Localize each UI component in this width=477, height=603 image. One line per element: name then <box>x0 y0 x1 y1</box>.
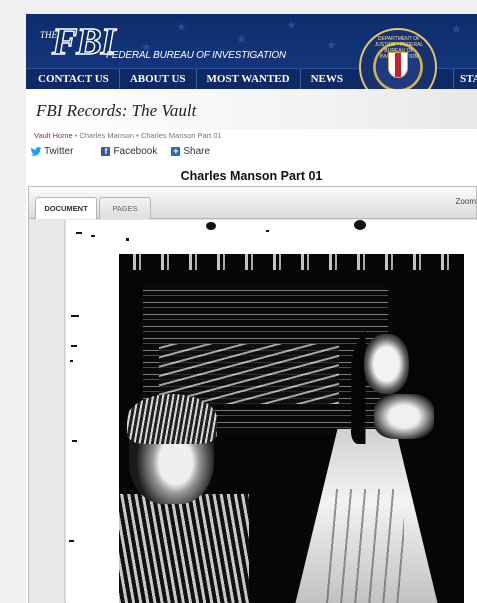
logo-subtitle: FEDERAL BUREAU OF INVESTIGATION <box>106 50 286 61</box>
document-viewer: DOCUMENT PAGES Zoom <box>28 186 477 603</box>
facebook-icon: f <box>101 147 111 156</box>
scan-mark <box>126 238 129 241</box>
facebook-label: Facebook <box>113 146 158 157</box>
share-label: Share <box>183 146 211 157</box>
breadcrumb: Vault Home • Charles Manson • Charles Ma… <box>34 131 222 140</box>
photo-figure-right-face <box>364 334 409 394</box>
scan-mark <box>266 230 269 232</box>
star-icon: ★ <box>286 18 297 32</box>
seal-shield-icon <box>388 52 408 78</box>
nav-stats[interactable]: STATS <box>454 69 477 89</box>
twitter-icon <box>30 147 42 156</box>
twitter-share-button[interactable]: Twitter <box>30 146 73 157</box>
nav-most-wanted[interactable]: MOST WANTED <box>197 69 301 89</box>
twitter-label: Twitter <box>44 146 74 157</box>
facebook-share-button[interactable]: f Facebook <box>101 146 157 157</box>
scan-mark <box>70 360 73 362</box>
page-title: FBI Records: The Vault <box>36 101 197 120</box>
share-button[interactable]: + Share <box>171 146 210 157</box>
viewer-toolbar: DOCUMENT PAGES Zoom <box>29 187 476 219</box>
plus-icon: + <box>171 146 181 156</box>
vault-page: ★ ★ ★ ★ ★ ★ THE FBI FEDERAL BUREAU OF IN… <box>26 14 477 603</box>
document-title: Charles Manson Part 01 <box>180 169 323 183</box>
star-icon: ★ <box>176 20 187 34</box>
share-bar: Twitter f Facebook + Share <box>30 146 224 157</box>
star-icon: ★ <box>451 22 462 36</box>
breadcrumb-separator: • <box>134 131 141 140</box>
breadcrumb-charles-manson[interactable]: Charles Manson <box>79 131 134 140</box>
breadcrumb-home[interactable]: Vault Home <box>34 131 73 140</box>
scan-mark <box>71 315 79 317</box>
viewer-sidebar <box>29 220 65 603</box>
photo-dress-shading <box>324 489 404 603</box>
photo-figure-left-hair <box>127 394 217 444</box>
document-page[interactable] <box>66 220 477 603</box>
scan-mark <box>206 222 216 230</box>
breadcrumb-current: Charles Manson Part 01 <box>140 131 222 140</box>
tab-pages[interactable]: PAGES <box>99 197 151 219</box>
star-icon: ★ <box>326 38 337 52</box>
scanned-photograph <box>119 254 464 603</box>
photo-frame-edge <box>119 254 464 270</box>
scan-mark <box>71 345 77 347</box>
nav-contact-us[interactable]: CONTACT US <box>26 69 120 89</box>
tab-document[interactable]: DOCUMENT <box>35 197 97 219</box>
star-icon: ★ <box>236 32 247 46</box>
zoom-label[interactable]: Zoom <box>456 197 476 206</box>
photo-held-object <box>374 394 434 439</box>
scan-mark <box>76 232 82 234</box>
scan-mark <box>91 235 95 237</box>
scan-mark <box>69 540 74 542</box>
photo-figure-left-body <box>119 494 249 603</box>
scan-mark <box>72 440 77 442</box>
scan-mark <box>354 220 366 230</box>
nav-about-us[interactable]: ABOUT US <box>120 69 197 89</box>
